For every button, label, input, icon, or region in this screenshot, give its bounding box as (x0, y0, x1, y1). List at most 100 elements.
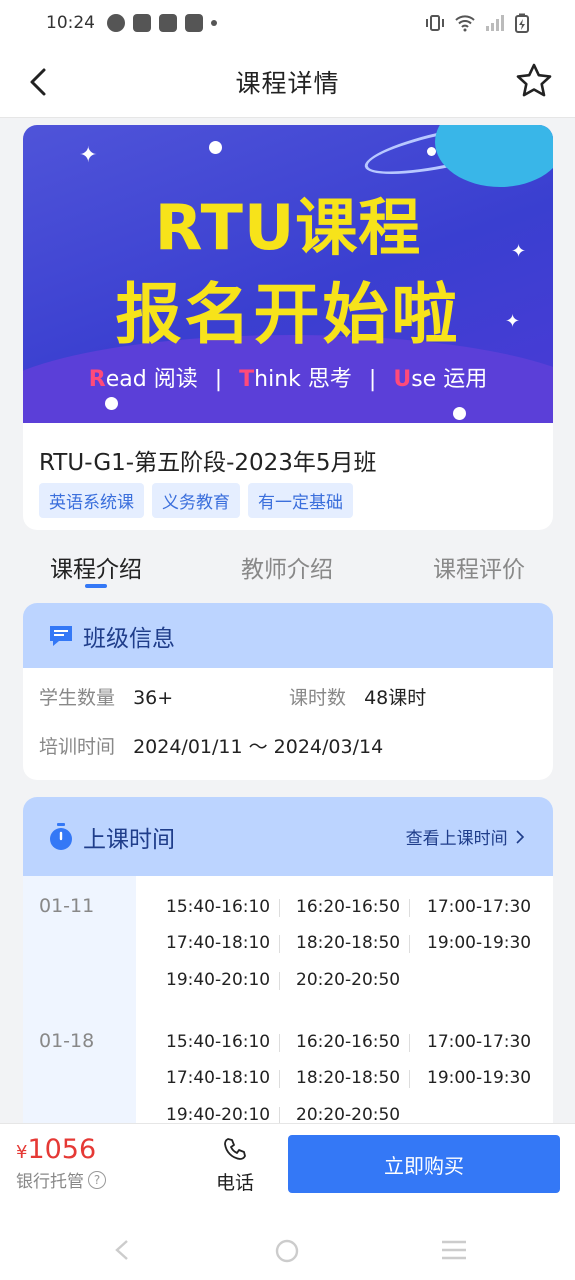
mail-notification-icon (159, 14, 177, 32)
phone-icon (224, 1138, 246, 1160)
tagline-letter-u: U (393, 367, 412, 392)
time-slot: 19:00-19:30 (427, 933, 532, 953)
training-period-value: 2024/01/11 ～ 2024/03/14 (133, 736, 384, 758)
bank-escrow-info[interactable]: 银行托管 ? (16, 1167, 106, 1192)
tagline-read: ead 阅读 (105, 367, 198, 392)
tab-course-intro[interactable]: 课程介绍 (50, 550, 142, 584)
tab-teacher-intro[interactable]: 教师介绍 (241, 550, 333, 584)
signal-icon (486, 15, 504, 31)
class-hours-value: 48课时 (364, 687, 427, 709)
slot-divider (409, 899, 410, 917)
view-class-times-link[interactable]: 查看上课时间 (406, 824, 525, 849)
vibrate-icon (426, 15, 444, 31)
active-tab-indicator (85, 584, 107, 588)
star-dot-decoration (105, 397, 118, 410)
time-slot: 19:00-19:30 (427, 1068, 532, 1088)
detail-tabs: 课程介绍 教师介绍 课程评价 (0, 540, 575, 594)
schedule-header: 上课时间 查看上课时间 (23, 797, 553, 876)
star-dot-decoration (427, 147, 436, 156)
page-title: 课程详情 (235, 68, 340, 98)
slot-divider (279, 899, 280, 917)
stopwatch-icon (50, 822, 72, 850)
view-class-times-label: 查看上课时间 (405, 829, 508, 849)
time-slot: 15:40-16:10 (166, 897, 271, 917)
status-time: 10:24 (46, 13, 95, 33)
star-dot-decoration (209, 141, 222, 154)
class-info-title: 班级信息 (83, 625, 175, 652)
slot-divider (279, 972, 280, 990)
time-slot: 20:20-20:50 (296, 970, 401, 990)
time-slot: 19:40-20:10 (166, 1105, 271, 1125)
currency-symbol: ¥ (16, 1142, 28, 1163)
star-dot-decoration (453, 407, 466, 420)
time-slot: 20:20-20:50 (296, 1105, 401, 1125)
time-slot: 17:40-18:10 (166, 933, 271, 953)
bank-escrow-label: 银行托管 (16, 1172, 84, 1192)
time-slot: 19:40-20:10 (166, 970, 271, 990)
sparkle-icon: ✦ (79, 143, 98, 168)
slot-divider (279, 935, 280, 953)
class-hours-label: 课时数 (289, 687, 347, 709)
tagline-letter-r: R (88, 367, 106, 392)
back-arrow-icon[interactable] (22, 64, 58, 100)
app-notification-icon (107, 14, 125, 32)
chevron-right-icon (516, 830, 525, 844)
help-question-icon[interactable]: ? (88, 1170, 106, 1189)
student-count-label: 学生数量 (39, 687, 116, 709)
schedule-title: 上课时间 (83, 826, 175, 853)
slot-divider (279, 1034, 280, 1052)
favorite-star-icon[interactable] (515, 62, 553, 100)
system-recents-icon[interactable] (440, 1239, 468, 1261)
training-period-row: 培训时间 2024/01/11 ～ 2024/03/14 (39, 732, 383, 759)
course-tag: 义务教育 (152, 483, 240, 518)
slot-divider (279, 1070, 280, 1088)
status-bar: 10:24 (0, 0, 575, 46)
time-slot: 17:40-18:10 (166, 1068, 271, 1088)
message-icon (50, 625, 72, 646)
slot-divider (409, 935, 410, 953)
phone-label: 电话 (215, 1172, 254, 1194)
schedule-date: 01-18 (39, 1030, 95, 1052)
time-slot: 17:00-17:30 (427, 1032, 532, 1052)
schedule-card: 上课时间 查看上课时间 01-11 15:40-16:10 16:20-16:5… (23, 797, 553, 1137)
tab-course-reviews[interactable]: 课程评价 (433, 550, 525, 584)
mail-notification-icon (133, 14, 151, 32)
tagline-letter-t: T (239, 367, 255, 392)
system-nav-bar (0, 1203, 575, 1280)
buy-now-button[interactable]: 立即购买 (288, 1135, 560, 1193)
banner-tagline: Read 阅读 | Think 思考 | Use 运用 (23, 361, 553, 393)
time-slot: 18:20-18:50 (296, 1068, 401, 1088)
phone-button[interactable]: 电话 (210, 1136, 260, 1195)
wifi-icon (455, 15, 475, 32)
price: ¥1056 (16, 1134, 96, 1165)
course-tag: 有一定基础 (248, 483, 353, 518)
more-notifications-icon (211, 20, 217, 26)
time-slot: 15:40-16:10 (166, 1032, 271, 1052)
course-card: ✦ ✦ ✦ RTU课程 报名开始啦 Read 阅读 | Think 思考 | U… (23, 125, 553, 530)
mail-notification-icon (185, 14, 203, 32)
time-slot: 17:00-17:30 (427, 897, 532, 917)
student-count-row: 学生数量 36+ (39, 683, 173, 710)
course-banner: ✦ ✦ ✦ RTU课程 报名开始啦 Read 阅读 | Think 思考 | U… (23, 125, 553, 423)
purchase-bar: ¥1056 银行托管 ? 电话 立即购买 (0, 1123, 575, 1203)
banner-headline: RTU课程 (154, 191, 422, 264)
tagline-use: se 运用 (411, 367, 488, 392)
course-tags: 英语系统课 义务教育 有一定基础 (39, 483, 353, 518)
slot-divider (409, 1034, 410, 1052)
system-back-icon[interactable] (112, 1239, 132, 1261)
course-title: RTU-G1-第五阶段-2023年5月班 (39, 450, 377, 476)
schedule-date: 01-11 (39, 895, 95, 917)
training-period-label: 培训时间 (39, 736, 116, 758)
banner-subheadline: 报名开始啦 (115, 276, 461, 353)
course-tag: 英语系统课 (39, 483, 144, 518)
battery-charging-icon (515, 13, 529, 33)
student-count-value: 36+ (133, 687, 174, 709)
tagline-separator: | (368, 367, 377, 392)
tagline-think: hink 思考 (254, 367, 352, 392)
class-hours-row: 课时数 48课时 (289, 683, 426, 710)
time-slot: 18:20-18:50 (296, 933, 401, 953)
slot-divider (409, 1070, 410, 1088)
notification-icons (107, 14, 217, 32)
class-info-header: 班级信息 (23, 603, 553, 668)
system-home-icon[interactable] (275, 1239, 299, 1263)
